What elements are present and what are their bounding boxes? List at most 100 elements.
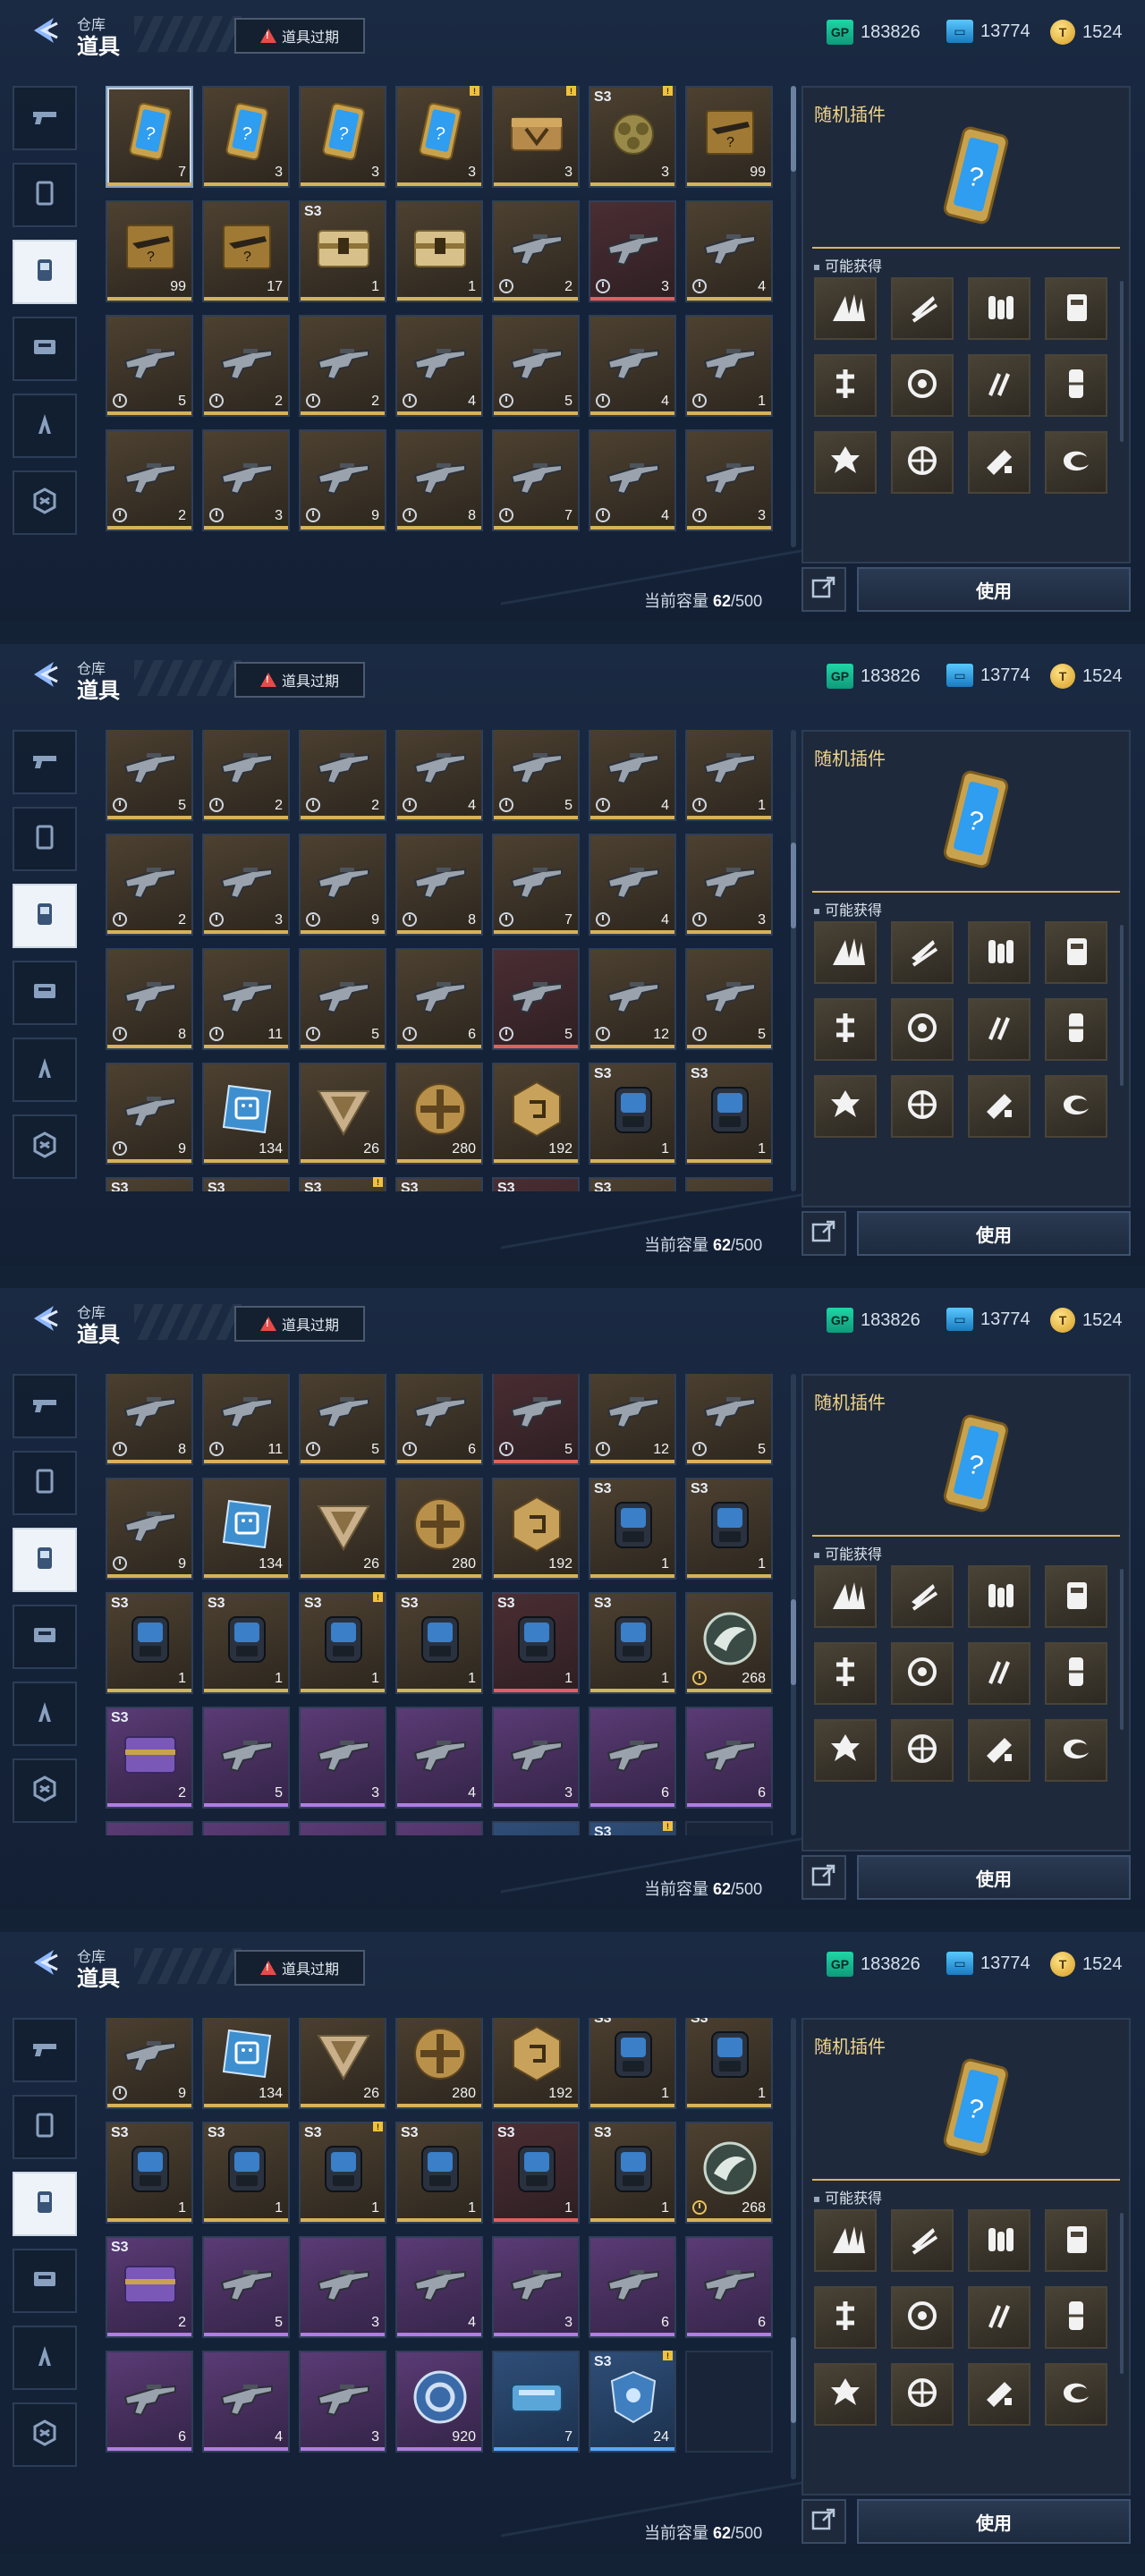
- reward-slot[interactable]: [968, 2286, 1030, 2349]
- item-slot[interactable]: 1: [685, 730, 773, 821]
- item-slot[interactable]: 3: [685, 429, 773, 531]
- item-slot[interactable]: [299, 1821, 386, 1835]
- reward-slot[interactable]: [891, 1075, 954, 1138]
- item-slot[interactable]: 11: [202, 1374, 290, 1465]
- reward-slot[interactable]: [1045, 2209, 1107, 2272]
- tab-item[interactable]: [13, 240, 77, 304]
- item-slot[interactable]: 3: [492, 1707, 580, 1809]
- item-slot[interactable]: 7: [492, 2351, 580, 2453]
- item-slot[interactable]: 3: [202, 834, 290, 936]
- item-slot[interactable]: 280: [395, 1063, 483, 1165]
- reward-slot[interactable]: [1045, 2286, 1107, 2349]
- item-slot[interactable]: 4: [589, 429, 676, 531]
- item-slot[interactable]: 5: [492, 1374, 580, 1465]
- item-slot[interactable]: ?! 3: [395, 86, 483, 188]
- item-slot[interactable]: S3 1: [589, 1063, 676, 1165]
- item-slot[interactable]: 2: [492, 200, 580, 302]
- tab-armor[interactable]: [13, 1605, 77, 1669]
- item-slot[interactable]: 26: [299, 1063, 386, 1165]
- item-slot[interactable]: 4: [395, 315, 483, 417]
- item-slot[interactable]: ? 3: [202, 86, 290, 188]
- reward-slot[interactable]: [814, 431, 877, 494]
- item-slot[interactable]: 8: [395, 834, 483, 936]
- reward-slot[interactable]: [814, 2363, 877, 2426]
- share-button[interactable]: [802, 2499, 846, 2544]
- reward-slot[interactable]: [814, 1719, 877, 1782]
- item-slot[interactable]: S3 1: [395, 1592, 483, 1694]
- tab-card[interactable]: [13, 2095, 77, 2159]
- reward-slot[interactable]: [968, 998, 1030, 1061]
- tab-character[interactable]: [13, 2326, 77, 2390]
- item-slot[interactable]: 134: [202, 2018, 290, 2109]
- use-button[interactable]: 使用: [857, 2499, 1131, 2544]
- item-slot[interactable]: 3: [299, 2351, 386, 2453]
- item-slot[interactable]: 3: [589, 200, 676, 302]
- item-slot[interactable]: 6: [106, 2351, 193, 2453]
- reward-slot[interactable]: [1045, 2363, 1107, 2426]
- grid-scrollbar[interactable]: [791, 2018, 796, 2479]
- item-slot[interactable]: 192: [492, 2018, 580, 2109]
- item-slot[interactable]: S3: [589, 1177, 676, 1191]
- item-slot[interactable]: S3 1: [202, 1592, 290, 1694]
- item-slot[interactable]: 4: [685, 200, 773, 302]
- tab-character[interactable]: [13, 1038, 77, 1102]
- scrollbar-thumb[interactable]: [791, 1599, 796, 1685]
- item-slot[interactable]: S3 1: [685, 2018, 773, 2109]
- item-slot[interactable]: 5: [685, 948, 773, 1050]
- tab-item[interactable]: [13, 884, 77, 948]
- back-button[interactable]: [27, 13, 63, 48]
- item-slot[interactable]: 5: [299, 1374, 386, 1465]
- item-slot[interactable]: 2: [299, 315, 386, 417]
- tab-armor[interactable]: [13, 317, 77, 381]
- item-slot[interactable]: [202, 1821, 290, 1835]
- item-slot[interactable]: S3 2: [106, 2236, 193, 2338]
- reward-slot[interactable]: [891, 431, 954, 494]
- item-slot[interactable]: S3 1: [492, 1592, 580, 1694]
- item-slot[interactable]: 11: [202, 948, 290, 1050]
- scrollbar-thumb[interactable]: [791, 86, 796, 172]
- tab-armor[interactable]: [13, 2249, 77, 2313]
- grid-scrollbar[interactable]: [791, 1374, 796, 1835]
- item-slot[interactable]: 6: [589, 1707, 676, 1809]
- tab-gun[interactable]: [13, 86, 77, 150]
- item-slot[interactable]: S3: [492, 1177, 580, 1191]
- share-button[interactable]: [802, 1211, 846, 1256]
- item-slot[interactable]: 280: [395, 2018, 483, 2109]
- reward-slot[interactable]: [891, 1642, 954, 1705]
- reward-slot[interactable]: [814, 2286, 877, 2349]
- item-slot[interactable]: 134: [202, 1063, 290, 1165]
- item-slot[interactable]: 4: [395, 730, 483, 821]
- reward-slot[interactable]: [814, 1565, 877, 1628]
- item-slot[interactable]: [492, 1821, 580, 1835]
- item-slot[interactable]: S3! 1: [299, 1592, 386, 1694]
- item-slot[interactable]: S3 1: [589, 1592, 676, 1694]
- item-slot[interactable]: 9: [106, 1063, 193, 1165]
- item-slot[interactable]: 5: [685, 1374, 773, 1465]
- reward-slot[interactable]: [1045, 277, 1107, 340]
- tab-armor[interactable]: [13, 961, 77, 1025]
- item-slot[interactable]: S3 1: [492, 2122, 580, 2224]
- item-slot[interactable]: 3: [299, 1707, 386, 1809]
- expired-items-button[interactable]: 道具过期: [234, 18, 365, 54]
- item-slot[interactable]: 5: [492, 315, 580, 417]
- item-slot[interactable]: S3 2: [106, 1707, 193, 1809]
- tab-card[interactable]: [13, 163, 77, 227]
- use-button[interactable]: 使用: [857, 567, 1131, 612]
- tab-card[interactable]: [13, 1451, 77, 1515]
- item-slot[interactable]: 3: [299, 2236, 386, 2338]
- tab-gun[interactable]: [13, 1374, 77, 1438]
- tab-card[interactable]: [13, 807, 77, 871]
- scrollbar-thumb[interactable]: [791, 2337, 796, 2423]
- use-button[interactable]: 使用: [857, 1855, 1131, 1900]
- item-slot[interactable]: 920: [395, 2351, 483, 2453]
- item-slot[interactable]: S3 1: [202, 2122, 290, 2224]
- item-slot[interactable]: S3 1: [685, 1063, 773, 1165]
- tab-character[interactable]: [13, 1682, 77, 1746]
- reward-slot[interactable]: [1045, 998, 1107, 1061]
- item-slot[interactable]: 2: [202, 730, 290, 821]
- item-slot[interactable]: S3 1: [589, 2122, 676, 2224]
- reward-slot[interactable]: [968, 2363, 1030, 2426]
- item-slot[interactable]: 8: [106, 1374, 193, 1465]
- reward-slot[interactable]: [968, 1642, 1030, 1705]
- share-button[interactable]: [802, 567, 846, 612]
